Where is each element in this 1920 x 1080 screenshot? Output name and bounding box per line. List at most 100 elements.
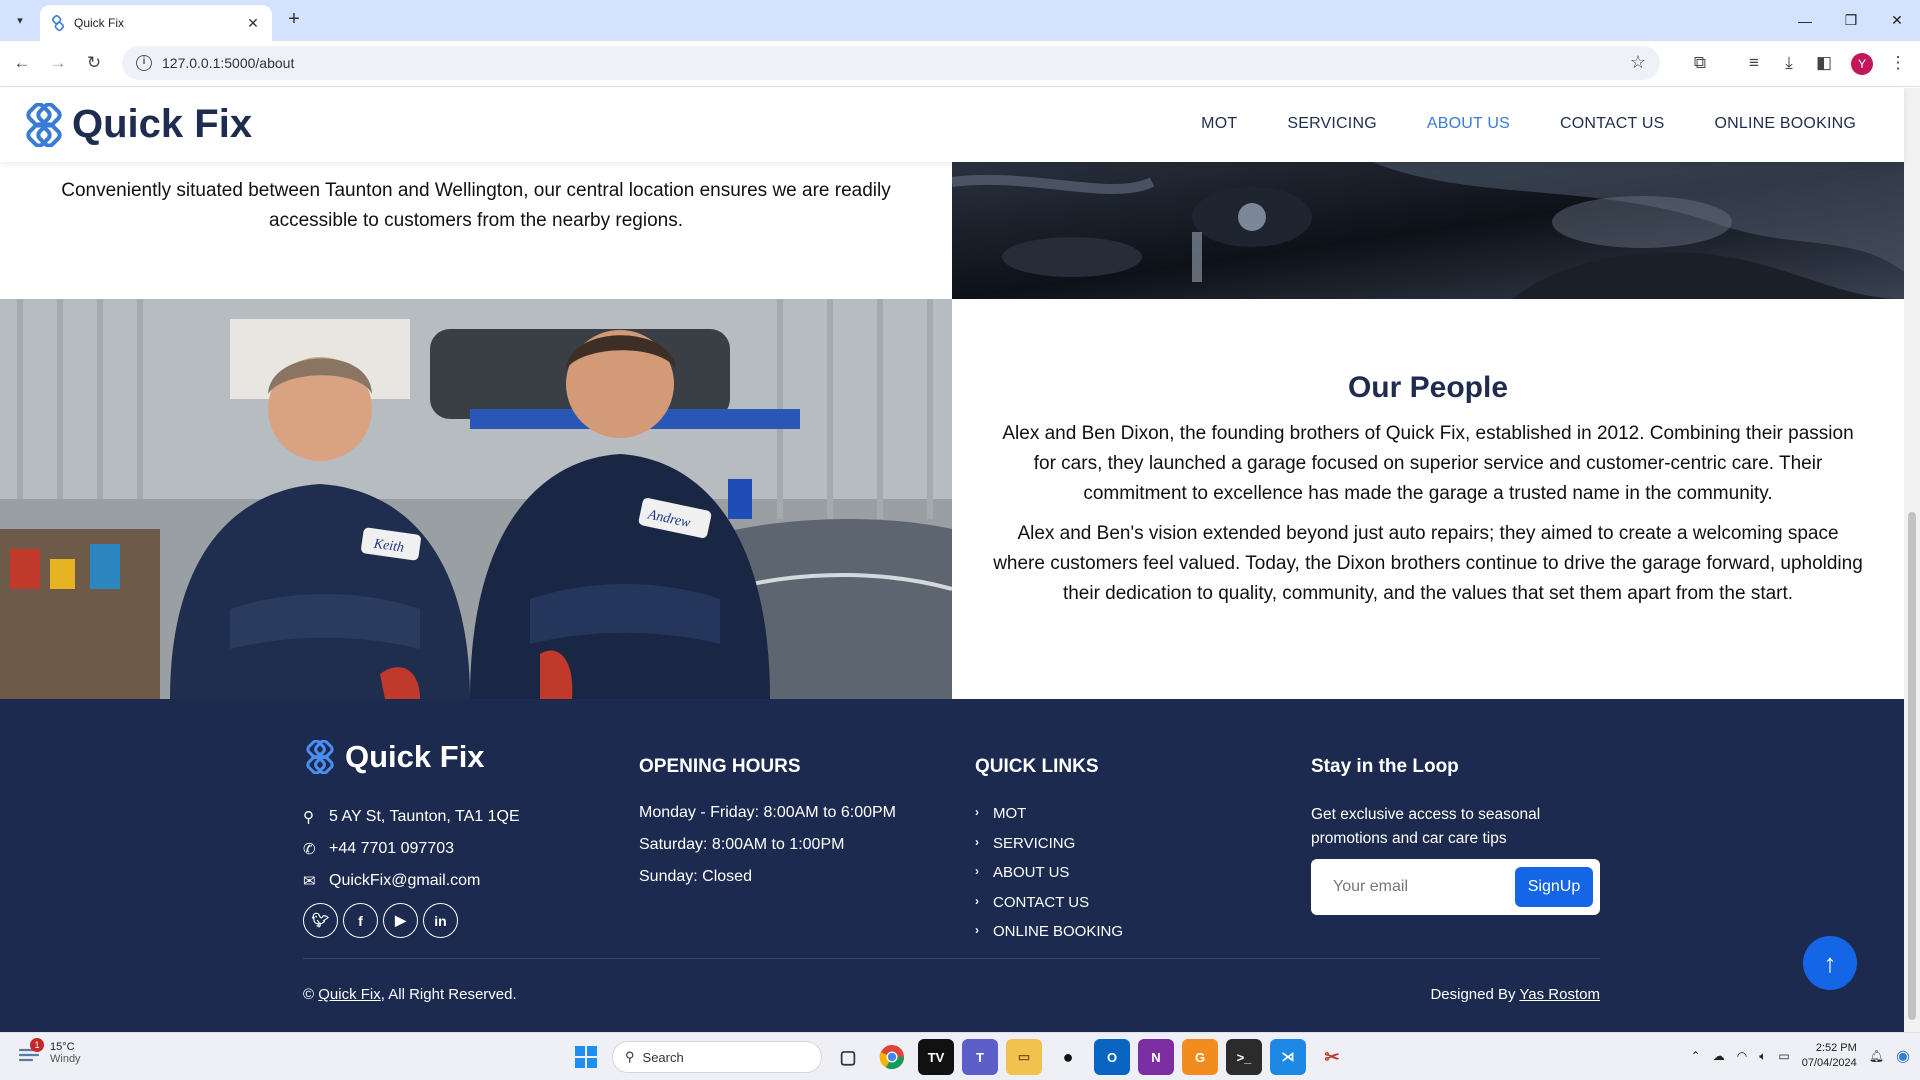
hours-sunday: Sunday: Closed xyxy=(639,868,752,885)
nav-contact-us[interactable]: CONTACT US xyxy=(1560,115,1665,133)
footer-address: ⚲ 5 AY St, Taunton, TA1 1QE xyxy=(303,801,520,833)
new-tab-button[interactable]: + xyxy=(282,8,306,32)
phone-icon: ✆ xyxy=(303,841,316,858)
designed-by-text: Designed By xyxy=(1430,986,1516,1003)
copyright-link[interactable]: Quick Fix xyxy=(318,986,381,1003)
wifi-icon[interactable]: ◠ xyxy=(1737,1049,1747,1063)
snipping-tool-icon[interactable]: ✂ xyxy=(1314,1039,1350,1075)
designer-link[interactable]: Yas Rostom xyxy=(1519,986,1600,1003)
browser-tab[interactable]: Quick Fix ✕ xyxy=(40,5,272,41)
search-label: Search xyxy=(642,1049,684,1065)
copyright-text: , All Right Reserved. xyxy=(380,986,517,1003)
footer-email[interactable]: ✉ QuickFix@gmail.com xyxy=(303,865,520,897)
minimize-button[interactable]: — xyxy=(1782,0,1828,41)
our-people-paragraph-2: Alex and Ben's vision extended beyond ju… xyxy=(993,523,1863,604)
task-view-icon[interactable]: ▢ xyxy=(830,1039,866,1075)
close-tab-icon[interactable]: ✕ xyxy=(244,15,262,32)
chevron-up-icon[interactable]: ⌃ xyxy=(1691,1049,1701,1063)
weather-temp: 15°C xyxy=(50,1041,75,1053)
nav-about-us[interactable]: ABOUT US xyxy=(1427,115,1510,133)
chevron-right-icon: › xyxy=(975,923,979,937)
forward-icon[interactable]: → xyxy=(44,49,72,77)
copyright-symbol: © xyxy=(303,986,315,1003)
quick-link-contact-us[interactable]: › CONTACT US xyxy=(975,894,1123,924)
newsletter-email-input[interactable] xyxy=(1321,869,1511,905)
browser-tab-bar: ▾ Quick Fix ✕ + — ❐ ✕ xyxy=(0,0,1920,41)
linkedin-icon[interactable]: in xyxy=(423,903,458,938)
downloads-icon[interactable]: ⤓ xyxy=(1775,49,1803,77)
tab-title: Quick Fix xyxy=(74,16,125,30)
copilot-icon[interactable]: ◉ xyxy=(1896,1046,1910,1066)
hours-saturday: Saturday: 8:00AM to 1:00PM xyxy=(639,836,845,853)
signup-button[interactable]: SignUp xyxy=(1515,867,1593,907)
back-icon[interactable]: ← xyxy=(8,49,36,77)
scrollbar-thumb[interactable] xyxy=(1908,512,1916,1020)
chevron-right-icon: › xyxy=(975,893,979,908)
nav-mot[interactable]: MOT xyxy=(1201,115,1237,133)
nav-servicing[interactable]: SERVICING xyxy=(1287,115,1377,133)
notification-bell-icon[interactable]: 🔔︎ xyxy=(1869,1049,1884,1063)
address-bar[interactable]: i 127.0.0.1:5000/about ☆ xyxy=(122,46,1660,80)
brand-logo[interactable]: Quick Fix xyxy=(22,102,252,147)
twitter-icon[interactable]: 🐦︎ xyxy=(303,903,338,938)
onenote-icon[interactable]: N xyxy=(1138,1039,1174,1075)
chrome-icon[interactable] xyxy=(874,1039,910,1075)
engine-image xyxy=(952,162,1904,299)
quick-fix-logo-icon xyxy=(306,740,334,774)
quick-link-mot[interactable]: › MOT xyxy=(975,805,1123,835)
footer-contact: ⚲ 5 AY St, Taunton, TA1 1QE ✆ +44 7701 097… xyxy=(303,801,520,897)
profile-avatar[interactable]: Y xyxy=(1851,53,1873,75)
side-panel-icon[interactable]: ◧ xyxy=(1810,49,1838,77)
volume-icon[interactable]: 🔈︎ xyxy=(1759,1049,1766,1064)
site-info-icon[interactable]: i xyxy=(136,55,152,71)
extensions-icon[interactable]: ⧉ xyxy=(1686,49,1714,77)
vscode-icon[interactable]: ⋊ xyxy=(1270,1039,1306,1075)
youtube-icon[interactable]: ▶ xyxy=(383,903,418,938)
clock[interactable]: 2:52 PM 07/04/2024 xyxy=(1802,1041,1857,1071)
nav-online-booking[interactable]: ONLINE BOOKING xyxy=(1715,115,1857,133)
copyright: © Quick Fix, All Right Reserved. xyxy=(303,986,517,1003)
chevron-right-icon: › xyxy=(975,805,979,819)
terminal-icon[interactable]: >_ xyxy=(1226,1039,1262,1075)
facebook-icon[interactable]: f xyxy=(343,903,378,938)
engine-illustration xyxy=(952,162,1904,299)
tradingview-icon[interactable]: TV xyxy=(918,1039,954,1075)
media-controls-icon[interactable]: ≡ xyxy=(1740,49,1768,77)
phone-text: +44 7701 097703 xyxy=(329,840,455,857)
battery-icon[interactable]: ▭ xyxy=(1778,1049,1789,1063)
teams-icon[interactable]: T xyxy=(962,1039,998,1075)
quick-link-servicing[interactable]: › SERVICING xyxy=(975,835,1123,865)
chatgpt-icon[interactable]: ● xyxy=(1050,1039,1086,1075)
our-people-paragraph-1: Alex and Ben Dixon, the founding brother… xyxy=(1002,423,1854,504)
windows-start-icon[interactable] xyxy=(568,1039,604,1075)
hours-weekdays: Monday - Friday: 8:00AM to 6:00PM xyxy=(639,804,896,821)
tab-search-button[interactable]: ▾ xyxy=(8,8,32,32)
quick-links-title: QUICK LINKS xyxy=(975,756,1099,777)
taskbar-search[interactable]: ⚲ Search xyxy=(612,1041,822,1073)
onedrive-icon[interactable]: ☁ xyxy=(1713,1049,1725,1063)
chevron-right-icon: › xyxy=(975,834,979,849)
pdf-app-icon[interactable]: G xyxy=(1182,1039,1218,1075)
chrome-menu-icon[interactable]: ⋮ xyxy=(1884,49,1912,77)
reload-icon[interactable]: ↻ xyxy=(80,49,108,77)
footer-phone[interactable]: ✆ +44 7701 097703 xyxy=(303,833,520,865)
file-explorer-icon[interactable]: ▭ xyxy=(1006,1039,1042,1075)
back-to-top-button[interactable]: ↑ xyxy=(1803,936,1857,990)
quick-link-online-booking[interactable]: › ONLINE BOOKING xyxy=(975,923,1123,953)
close-window-button[interactable]: ✕ xyxy=(1874,0,1920,41)
weather-widget[interactable]: 1 15°C Windy xyxy=(18,1038,81,1065)
brand-name: Quick Fix xyxy=(72,102,253,146)
footer-brand[interactable]: Quick Fix xyxy=(303,739,485,775)
newsletter-form: SignUp xyxy=(1311,859,1600,915)
weather-condition: Windy xyxy=(50,1053,81,1065)
bookmark-star-icon[interactable]: ☆ xyxy=(1630,52,1646,73)
outlook-icon[interactable]: O xyxy=(1094,1039,1130,1075)
footer-brand-name: Quick Fix xyxy=(345,739,485,774)
restore-button[interactable]: ❐ xyxy=(1828,0,1874,41)
our-people-heading: Our People xyxy=(1347,371,1509,404)
address-text: 5 AY St, Taunton, TA1 1QE xyxy=(329,808,520,825)
quick-link-about-us[interactable]: › ABOUT US xyxy=(975,864,1123,894)
arrow-up-icon: ↑ xyxy=(1823,947,1837,978)
quick-links-list: › MOT › SERVICING › ABOUT US › CONTACT US › O… xyxy=(975,805,1123,953)
page-scrollbar[interactable] xyxy=(1904,88,1920,1032)
